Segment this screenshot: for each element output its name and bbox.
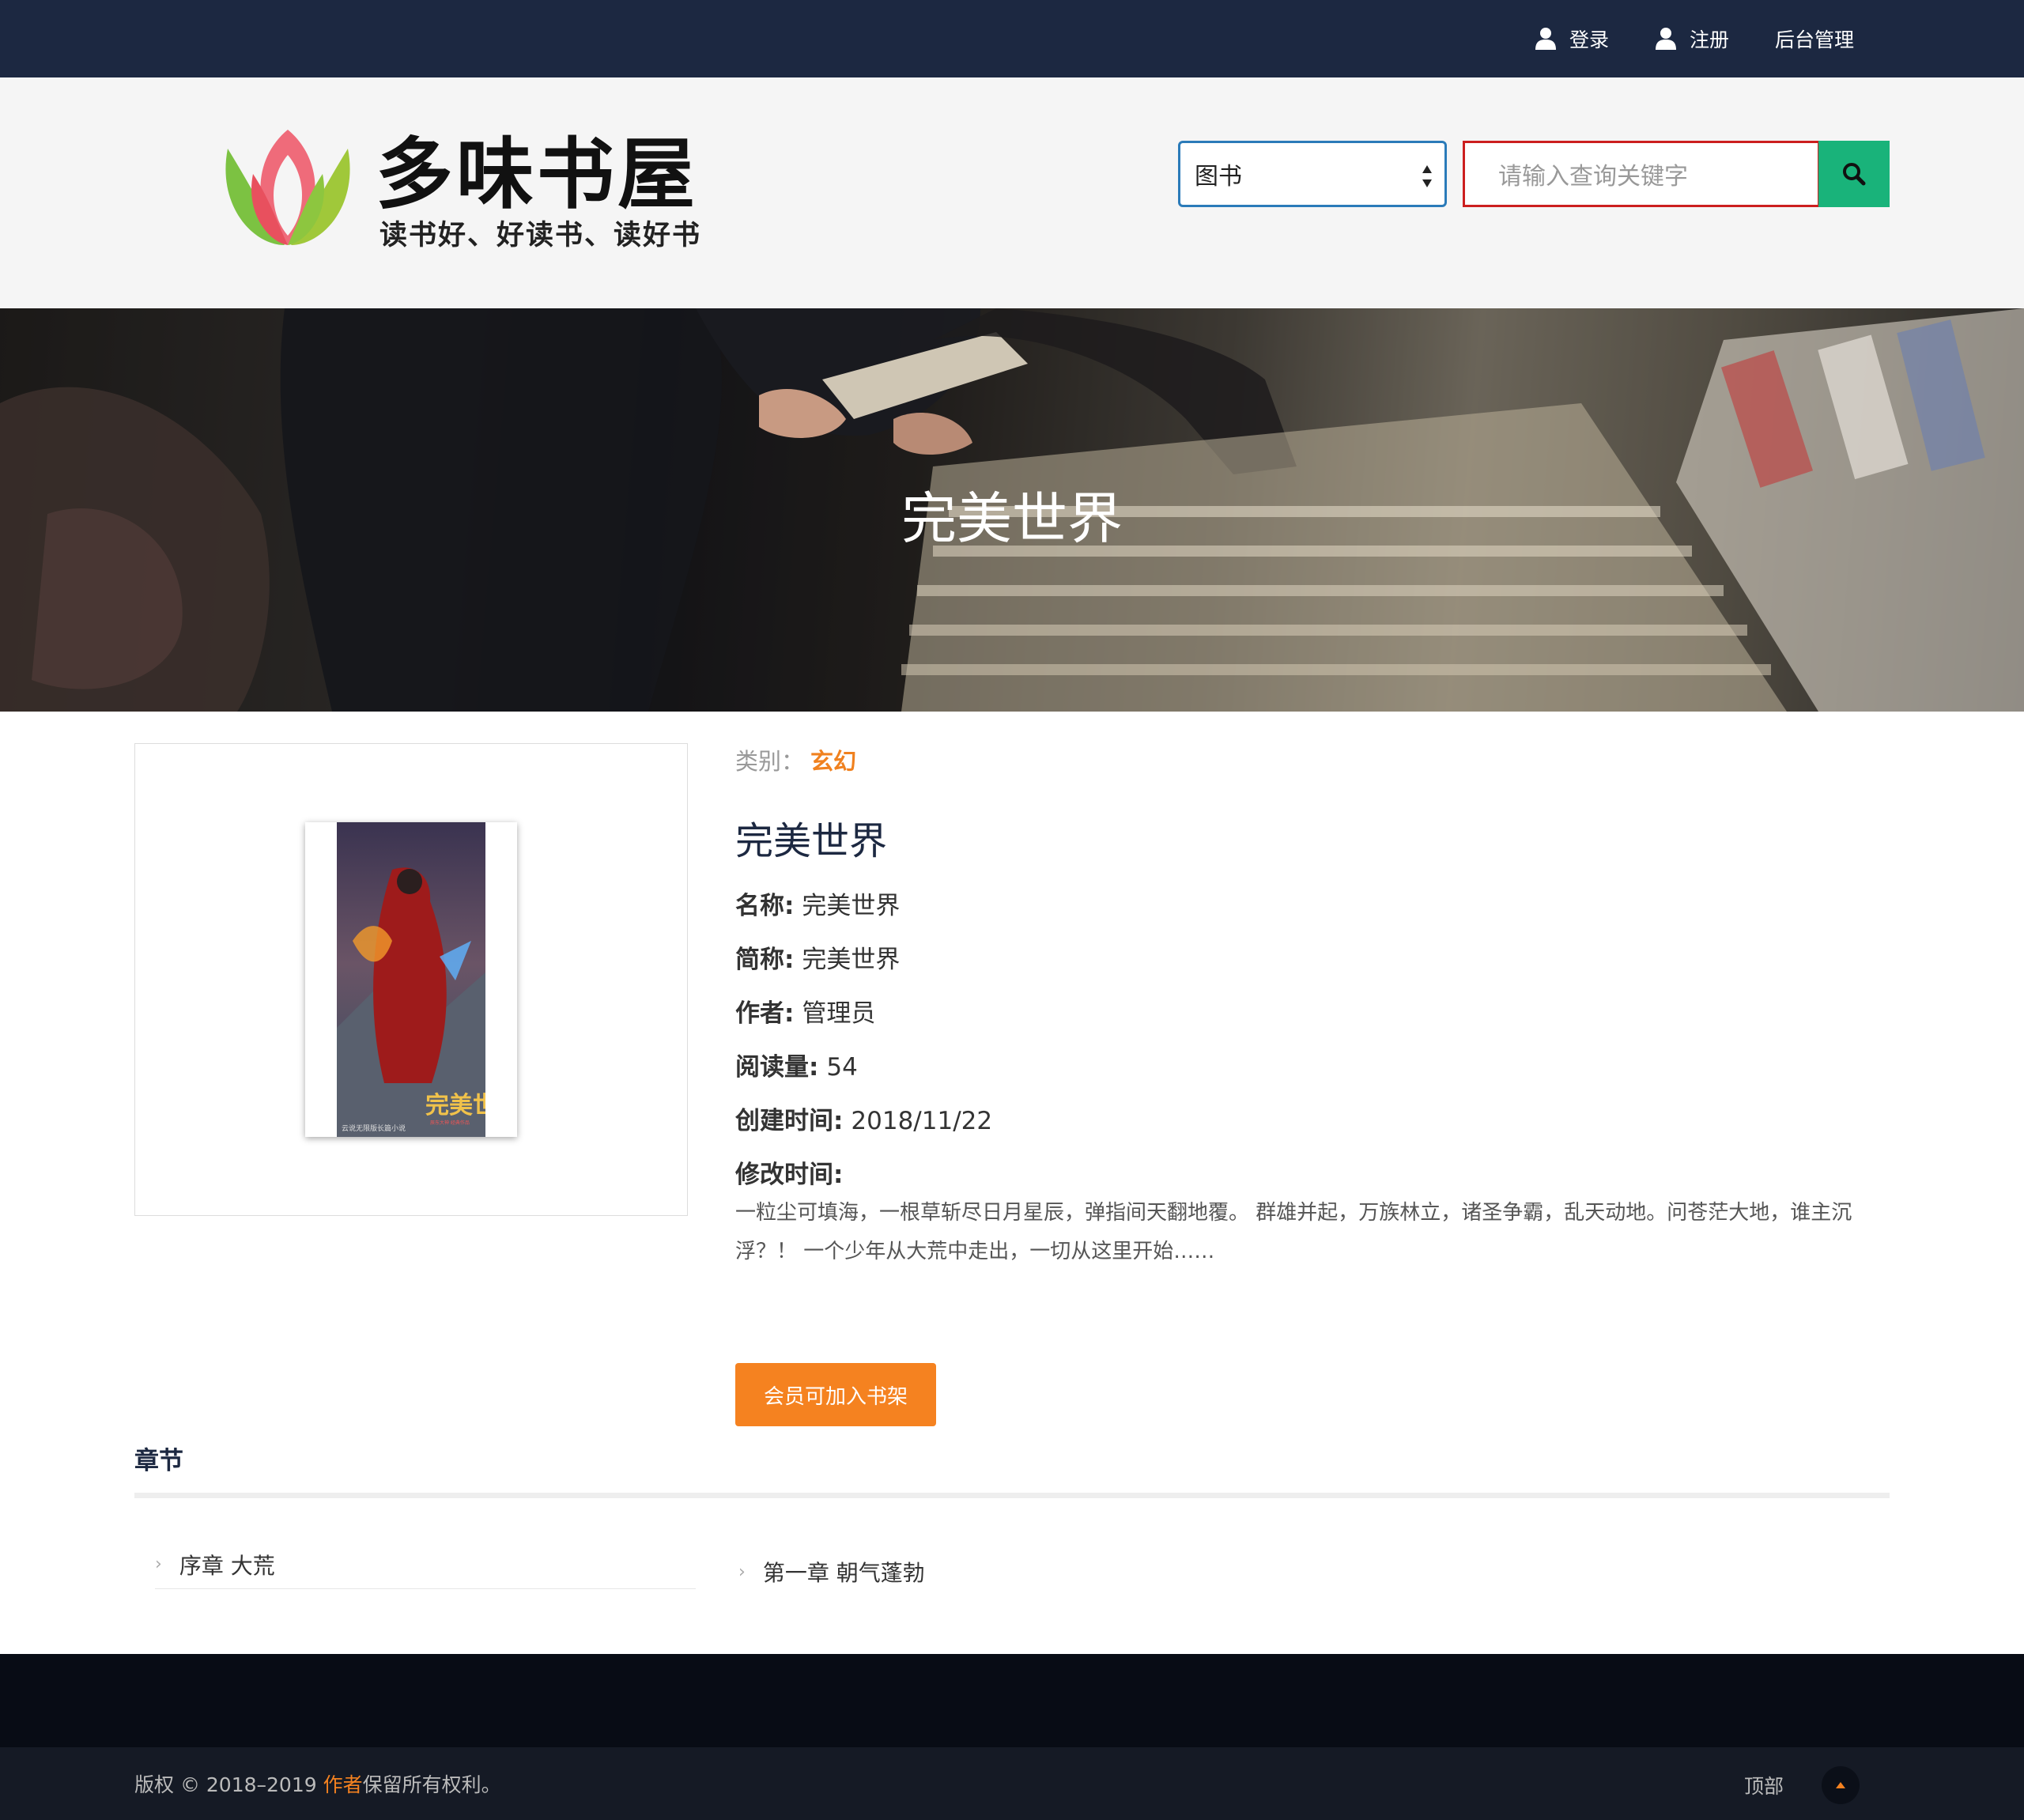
chapter-label: 序章 大荒 xyxy=(179,1552,275,1579)
caret-up-icon xyxy=(1836,1782,1845,1788)
chevron-right-icon: › xyxy=(738,1561,746,1582)
field-modified: 修改时间: xyxy=(735,1154,851,1190)
admin-link[interactable]: 后台管理 xyxy=(1775,25,1854,53)
category-label: 类别： xyxy=(735,748,805,775)
field-label: 作者: xyxy=(735,999,795,1028)
search-type-value: 图书 xyxy=(1195,163,1242,191)
book-cover-image[interactable]: 完美世 云说无限版长篇小说 辰东大神 经典作品 xyxy=(305,822,517,1137)
back-to-top[interactable]: 顶部 xyxy=(1744,1766,1860,1804)
register-label: 注册 xyxy=(1689,28,1729,51)
field-created: 创建时间: 2018/11/22 xyxy=(735,1101,992,1136)
search-input[interactable]: 请输入查询关键字 xyxy=(1463,141,1820,207)
user-icon xyxy=(1535,28,1556,50)
copyright-prefix: 版权 © 2018–2019 xyxy=(134,1773,323,1796)
field-label: 简称: xyxy=(735,946,795,974)
top-nav: 登录 注册 后台管理 xyxy=(1535,0,1854,77)
field-short-name: 简称: 完美世界 xyxy=(735,939,900,975)
category-link[interactable]: 玄幻 xyxy=(810,748,856,775)
login-link[interactable]: 登录 xyxy=(1535,25,1609,53)
admin-label: 后台管理 xyxy=(1774,28,1854,51)
search-icon xyxy=(1843,163,1866,186)
field-label: 创建时间: xyxy=(735,1107,844,1135)
select-arrows-icon xyxy=(1422,165,1432,187)
logo-title: 多味书屋 xyxy=(376,129,699,220)
cover-title-text: 完美世 xyxy=(425,1092,485,1120)
field-value: 54 xyxy=(826,1053,858,1082)
field-value: 完美世界 xyxy=(802,946,901,974)
field-value: 完美世界 xyxy=(802,892,901,920)
footer-bottom: 版权 © 2018–2019 作者保留所有权利。 顶部 xyxy=(0,1747,2024,1820)
search-placeholder: 请输入查询关键字 xyxy=(1498,163,1688,191)
user-icon xyxy=(1655,28,1676,50)
copyright-author-link[interactable]: 作者 xyxy=(323,1773,363,1796)
search-type-select[interactable]: 图书 xyxy=(1178,141,1447,207)
chapter-link[interactable]: › 第一章 朝气蓬勃 xyxy=(738,1556,925,1588)
banner-title: 完美世界 xyxy=(901,486,1123,551)
book-title: 完美世界 xyxy=(735,819,888,863)
chapter-link[interactable]: › 序章 大荒 xyxy=(155,1540,696,1589)
field-author: 作者: 管理员 xyxy=(735,993,875,1029)
cover-caption-text: 云说无限版长篇小说 xyxy=(342,1123,406,1133)
copyright: 版权 © 2018–2019 作者保留所有权利。 xyxy=(134,1769,501,1798)
field-label: 阅读量: xyxy=(735,1053,819,1082)
field-value: 管理员 xyxy=(802,999,876,1028)
top-navbar: 登录 注册 后台管理 xyxy=(0,0,2024,77)
search-button[interactable] xyxy=(1818,141,1890,207)
field-label: 修改时间: xyxy=(735,1161,844,1189)
field-label: 名称: xyxy=(735,892,795,920)
chapters-heading: 章节 xyxy=(134,1447,183,1475)
field-value: 2018/11/22 xyxy=(851,1107,993,1135)
chevron-right-icon: › xyxy=(155,1554,162,1574)
book-description: 一粒尘可填海，一根草斩尽日月星辰，弹指间天翻地覆。 群雄并起，万族林立，诸圣争霸… xyxy=(735,1201,1852,1263)
field-name: 名称: 完美世界 xyxy=(735,885,900,921)
logo-slogan: 读书好、好读书、读好书 xyxy=(380,219,702,251)
book-category: 类别： 玄幻 xyxy=(735,743,856,776)
login-label: 登录 xyxy=(1569,28,1609,51)
to-top-label: 顶部 xyxy=(1743,1775,1784,1798)
book-cover-art-icon: 完美世 云说无限版长篇小说 辰东大神 经典作品 xyxy=(337,822,485,1137)
copyright-suffix: 保留所有权利。 xyxy=(362,1773,501,1796)
hero-banner: 完美世界 xyxy=(0,308,2024,712)
chapters-divider xyxy=(134,1493,1890,1498)
field-reads: 阅读量: 54 xyxy=(735,1047,858,1082)
cover-subcaption-text: 辰东大神 经典作品 xyxy=(430,1120,470,1126)
chapter-label: 第一章 朝气蓬勃 xyxy=(762,1560,925,1586)
to-top-button[interactable] xyxy=(1822,1766,1860,1804)
footer-top xyxy=(0,1654,2024,1747)
add-to-shelf-button[interactable]: 会员可加入书架 xyxy=(735,1363,936,1426)
register-link[interactable]: 注册 xyxy=(1655,25,1729,53)
